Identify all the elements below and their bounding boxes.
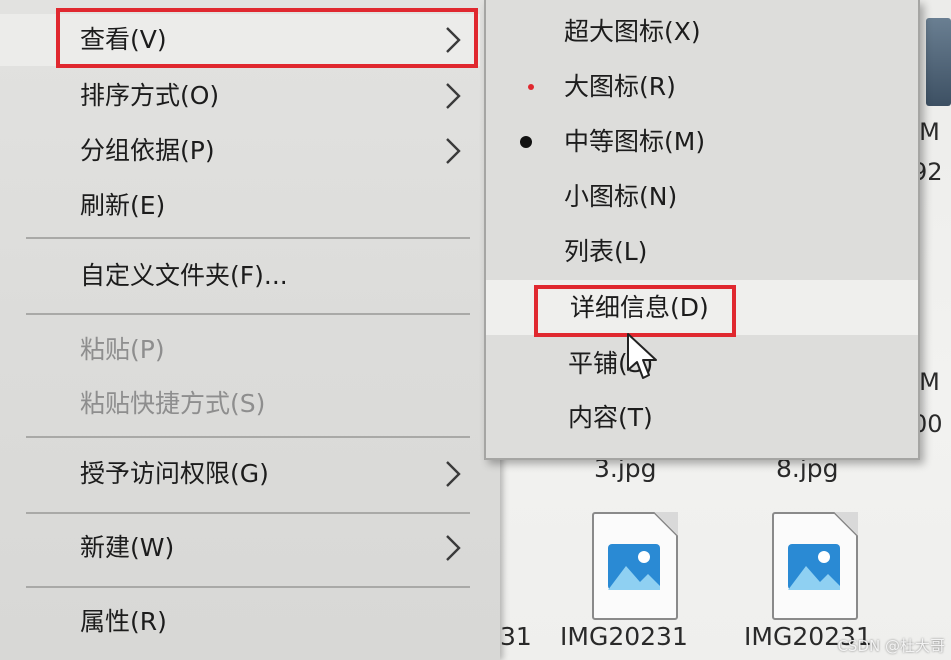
submenu-item-content[interactable]: 内容(T): [486, 390, 918, 445]
image-file-icon[interactable]: [592, 512, 678, 620]
chevron-right-icon: [446, 83, 461, 109]
file-name: IMG20231: [560, 622, 688, 651]
submenu-item-extra-large-icons[interactable]: 超大图标(X): [486, 4, 918, 59]
chevron-right-icon: [446, 535, 461, 561]
image-thumbnail[interactable]: [926, 18, 951, 106]
menu-item-properties[interactable]: 属性(R): [0, 596, 480, 648]
file-name-partial: 31: [500, 622, 532, 651]
submenu-item-tiles[interactable]: 平铺(S): [486, 336, 918, 391]
picture-icon: [608, 544, 660, 590]
menu-separator: [26, 237, 470, 239]
file-item[interactable]: IMG20231: [560, 622, 688, 651]
image-file-icon[interactable]: [772, 512, 858, 620]
menu-item-refresh[interactable]: 刷新(E): [0, 180, 480, 232]
menu-item-give-access[interactable]: 授予访问权限(G): [0, 448, 480, 500]
menu-separator: [26, 313, 470, 315]
context-menu: 查看(V) 排序方式(O) 分组依据(P) 刷新(E) 自定义文件夹(F)...…: [0, 0, 500, 660]
menu-item-paste[interactable]: 粘贴(P): [0, 324, 480, 376]
menu-item-new[interactable]: 新建(W): [0, 522, 480, 574]
red-dot-icon: [528, 84, 534, 90]
chevron-right-icon: [446, 461, 461, 487]
view-submenu: 超大图标(X) 大图标(R) 中等图标(M) 小图标(N) 列表(L) 详细信息…: [484, 0, 920, 460]
menu-separator: [26, 586, 470, 588]
menu-item-group-by[interactable]: 分组依据(P): [0, 125, 480, 177]
chevron-right-icon: [446, 138, 461, 164]
radio-selected-icon: [520, 136, 532, 148]
menu-separator: [26, 512, 470, 514]
submenu-item-small-icons[interactable]: 小图标(N): [486, 169, 918, 224]
mouse-cursor-icon: [627, 333, 657, 379]
picture-icon: [788, 544, 840, 590]
highlight-box: [56, 8, 478, 68]
menu-item-paste-shortcut[interactable]: 粘贴快捷方式(S): [0, 378, 480, 430]
submenu-item-large-icons[interactable]: 大图标(R): [486, 59, 918, 114]
menu-item-sort-by[interactable]: 排序方式(O): [0, 70, 480, 122]
menu-item-customize-folder[interactable]: 自定义文件夹(F)...: [0, 250, 480, 302]
highlight-box: [534, 285, 736, 337]
menu-separator: [26, 436, 470, 438]
submenu-item-medium-icons[interactable]: 中等图标(M): [486, 114, 918, 169]
watermark: CSDN @杜大哥: [837, 637, 945, 655]
submenu-item-list[interactable]: 列表(L): [486, 224, 918, 279]
